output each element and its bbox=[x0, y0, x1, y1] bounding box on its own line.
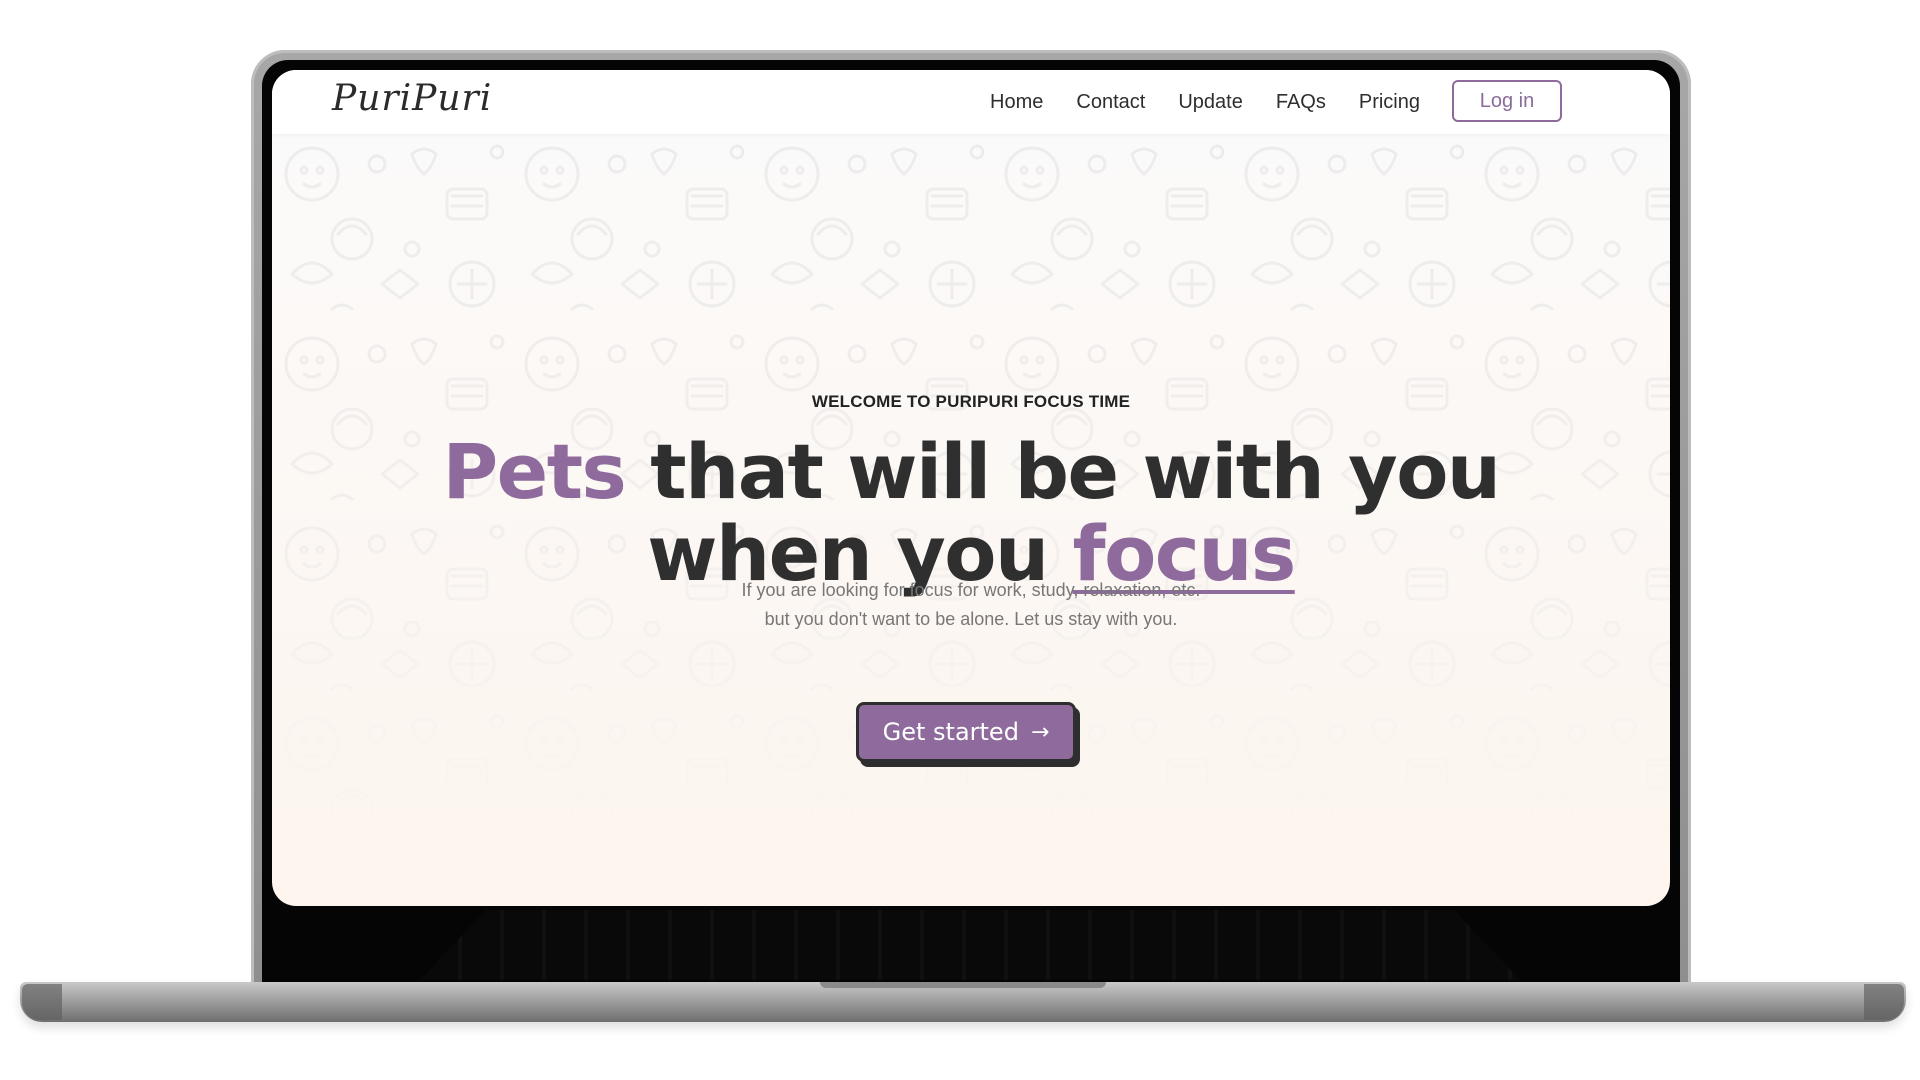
puripuri-logo[interactable]: PuriPuri bbox=[332, 78, 492, 119]
nav-home-link[interactable]: Home bbox=[990, 91, 1043, 114]
laptop-mockup: PuriPuri Home Contact Update FAQs Pricin… bbox=[0, 0, 1920, 1080]
arrow-right-icon: → bbox=[1030, 719, 1050, 745]
headline-text-1: that will be with you bbox=[625, 427, 1501, 516]
get-started-button[interactable]: Get started → bbox=[856, 702, 1076, 762]
nav-faqs-link[interactable]: FAQs bbox=[1276, 91, 1326, 114]
headline-line-1: Pets that will be with you bbox=[272, 431, 1670, 513]
login-button[interactable]: Log in bbox=[1452, 80, 1562, 122]
laptop-base-notch bbox=[820, 982, 1106, 988]
subtitle-line-1: If you are looking for focus for work, s… bbox=[741, 580, 1201, 600]
headline-accent-pets: Pets bbox=[442, 427, 626, 516]
hero-subtitle: If you are looking for focus for work, s… bbox=[272, 576, 1670, 634]
nav-update-link[interactable]: Update bbox=[1178, 91, 1243, 114]
nav-pricing-link[interactable]: Pricing bbox=[1359, 91, 1420, 114]
subtitle-line-2: but you don't want to be alone. Let us s… bbox=[764, 609, 1178, 629]
hero-headline: Pets that will be with you when you focu… bbox=[272, 431, 1670, 595]
browser-screen: PuriPuri Home Contact Update FAQs Pricin… bbox=[272, 70, 1670, 906]
top-navigation-bar: PuriPuri Home Contact Update FAQs Pricin… bbox=[272, 70, 1670, 134]
laptop-base-edge-left bbox=[22, 984, 62, 1020]
laptop-base-edge-right bbox=[1864, 984, 1904, 1020]
nav-contact-link[interactable]: Contact bbox=[1076, 91, 1145, 114]
hero-eyebrow: WELCOME TO PURIPURI FOCUS TIME bbox=[811, 392, 1131, 411]
keyboard-reflection bbox=[420, 910, 1520, 980]
laptop-base bbox=[20, 982, 1906, 1022]
nav-links: Home Contact Update FAQs Pricing bbox=[990, 70, 1420, 134]
get-started-label: Get started bbox=[882, 718, 1019, 746]
